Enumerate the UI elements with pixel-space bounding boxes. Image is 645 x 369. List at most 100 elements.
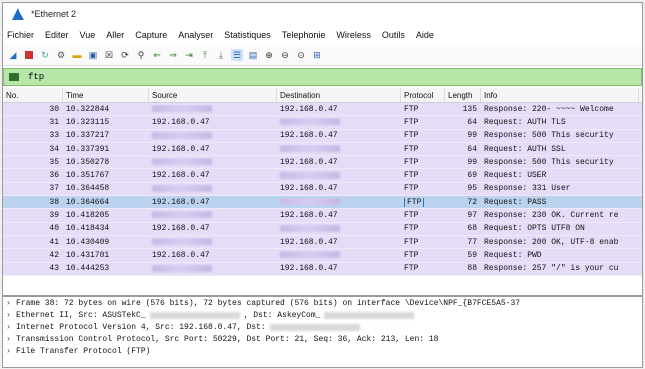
- last-icon[interactable]: ⤓: [215, 49, 227, 61]
- detail-row[interactable]: › Ethernet II, Src: ASUSTekC_ , Dst: Askey…: [3, 309, 642, 321]
- table-row[interactable]: 42 10.431701 192.168.0.47 FTP 59 Request: PWD: [3, 249, 642, 263]
- menu-outils[interactable]: Outils: [382, 30, 405, 40]
- cell-destination: 192.168.0.47: [280, 184, 338, 194]
- cell-length: 59: [467, 250, 477, 260]
- redacted-address: [280, 224, 340, 232]
- cell-destination: [277, 251, 401, 260]
- packet-list-header: No. Time Source Destination Protocol Len…: [3, 88, 642, 103]
- table-row[interactable]: 39 10.418205 192.168.0.47 FTP 97 Response: 23…: [3, 209, 642, 223]
- wireshark-logo-icon: [12, 8, 24, 20]
- redacted-address: [152, 131, 212, 139]
- open-icon[interactable]: ▬: [71, 49, 83, 61]
- cell-length: 88: [467, 264, 477, 274]
- save-icon[interactable]: ▣: [87, 49, 99, 61]
- column-source[interactable]: Source: [149, 88, 277, 102]
- expand-arrow-icon[interactable]: ›: [6, 323, 16, 332]
- expand-arrow-icon[interactable]: ›: [6, 347, 16, 356]
- menu-analyser[interactable]: Analyser: [178, 30, 213, 40]
- resize-columns-icon[interactable]: ⊞: [311, 49, 323, 61]
- column-length[interactable]: Length: [445, 88, 481, 102]
- cell-destination: [277, 224, 401, 233]
- wireshark-window: *Ethernet 2 Fichier Editer Vue Aller Cap…: [2, 2, 643, 368]
- close-file-icon[interactable]: ☒: [103, 49, 115, 61]
- reload-icon[interactable]: ⟳: [119, 49, 131, 61]
- cell-info: Request: OPTS UTF8 ON: [484, 224, 585, 234]
- menu-vue[interactable]: Vue: [80, 30, 96, 40]
- display-filter-input[interactable]: [26, 71, 590, 83]
- first-icon[interactable]: ⤒: [199, 49, 211, 61]
- table-row[interactable]: 41 10.430409 192.168.0.47 FTP 77 Response: 20…: [3, 235, 642, 250]
- bookmark-icon[interactable]: [8, 72, 20, 82]
- cell-source: [149, 105, 277, 114]
- table-row[interactable]: 31 10.323115 192.168.0.47 FTP 64 Request: AUT…: [3, 116, 642, 130]
- cell-protocol: FTP: [404, 237, 419, 247]
- cell-destination: 192.168.0.47: [280, 104, 338, 114]
- redacted-address: [280, 171, 340, 179]
- cell-protocol: FTP: [404, 250, 419, 260]
- menu-capture[interactable]: Capture: [135, 30, 167, 40]
- table-row[interactable]: 33 10.337217 192.168.0.47 FTP 99 Response: 50…: [3, 129, 642, 143]
- cell-time: 10.364664: [66, 197, 110, 207]
- cell-info: Response: 500 This security: [484, 157, 614, 167]
- zoom-out-icon[interactable]: ⊖: [279, 49, 291, 61]
- redacted-address: [152, 264, 212, 272]
- zoom-normal-icon[interactable]: ⊙: [295, 49, 307, 61]
- detail-row[interactable]: › Frame 38: 72 bytes on wire (576 bits), …: [3, 297, 642, 309]
- cell-protocol: FTP: [404, 104, 419, 114]
- table-row[interactable]: 40 10.418434 192.168.0.47 FTP 68 Request: OPT…: [3, 222, 642, 236]
- detail-row[interactable]: › Internet Protocol Version 4, Src: 192.1…: [3, 321, 642, 333]
- cell-protocol: FTP: [401, 197, 445, 207]
- autoscroll-icon[interactable]: ☰: [231, 49, 243, 61]
- cell-source: 192.168.0.47: [152, 171, 210, 181]
- expand-arrow-icon[interactable]: ›: [6, 335, 16, 344]
- redacted-address: [280, 144, 340, 152]
- table-row[interactable]: 35 10.350278 192.168.0.47 FTP 99 Response: 50…: [3, 156, 642, 170]
- cell-destination: [277, 171, 401, 180]
- cell-info: Response: 331 User: [484, 184, 571, 194]
- cell-no: 30: [49, 104, 59, 114]
- column-protocol[interactable]: Protocol: [401, 88, 445, 102]
- menu-aller[interactable]: Aller: [106, 30, 124, 40]
- menu-wireless[interactable]: Wireless: [336, 30, 371, 40]
- cell-length: 99: [467, 157, 477, 167]
- cell-info: Response: 230 OK. Current re: [484, 211, 619, 221]
- cell-info: Request: USER: [484, 171, 547, 181]
- restart-icon[interactable]: ↻: [39, 49, 51, 61]
- column-no[interactable]: No.: [3, 88, 63, 102]
- table-row[interactable]: 38 10.364664 192.168.0.47 FTP 72 Request: PAS…: [3, 196, 642, 210]
- redacted-address: [149, 311, 240, 319]
- detail-row[interactable]: › File Transfer Protocol (FTP): [3, 345, 642, 357]
- cell-time: 10.431701: [66, 250, 110, 260]
- column-time[interactable]: Time: [63, 88, 149, 102]
- stop-icon[interactable]: [23, 49, 35, 61]
- menu-statistiques[interactable]: Statistiques: [224, 30, 271, 40]
- table-row[interactable]: 30 10.322844 192.168.0.47 FTP 135 Response: 2…: [3, 103, 642, 117]
- menu-fichier[interactable]: Fichier: [7, 30, 34, 40]
- colorize-icon[interactable]: ▤: [247, 49, 259, 61]
- goto-icon[interactable]: ⇥: [183, 49, 195, 61]
- options-icon[interactable]: ⚙: [55, 49, 67, 61]
- detail-row[interactable]: › Transmission Control Protocol, Src Port…: [3, 333, 642, 345]
- shark-fin-icon[interactable]: ◢: [7, 49, 19, 61]
- menu-telephonie[interactable]: Telephonie: [282, 30, 326, 40]
- cell-destination: [277, 118, 401, 127]
- redacted-address: [152, 184, 212, 192]
- menu-editer[interactable]: Editer: [45, 30, 69, 40]
- table-row[interactable]: 37 10.364458 192.168.0.47 FTP 95 Response: 33…: [3, 182, 642, 197]
- expand-arrow-icon[interactable]: ›: [6, 299, 16, 308]
- table-row[interactable]: 36 10.351767 192.168.0.47 FTP 69 Request: USE…: [3, 169, 642, 183]
- cell-destination: 192.168.0.47: [280, 264, 338, 274]
- cell-info: Response: 220- ~~~~ Welcome: [484, 104, 614, 114]
- column-destination[interactable]: Destination: [277, 88, 401, 102]
- back-icon[interactable]: ⇐: [151, 49, 163, 61]
- table-row[interactable]: 43 10.444253 192.168.0.47 FTP 88 Response: 25…: [3, 262, 642, 276]
- find-icon[interactable]: ⚲: [135, 49, 147, 61]
- expand-arrow-icon[interactable]: ›: [6, 311, 16, 320]
- zoom-in-icon[interactable]: ⊕: [263, 49, 275, 61]
- menu-aide[interactable]: Aide: [416, 30, 434, 40]
- cell-time: 10.364458: [66, 184, 110, 194]
- cell-source: [149, 211, 277, 220]
- forward-icon[interactable]: ⇒: [167, 49, 179, 61]
- table-row[interactable]: 34 10.337391 192.168.0.47 FTP 64 Request: AUT…: [3, 142, 642, 157]
- column-info[interactable]: Info: [481, 88, 639, 102]
